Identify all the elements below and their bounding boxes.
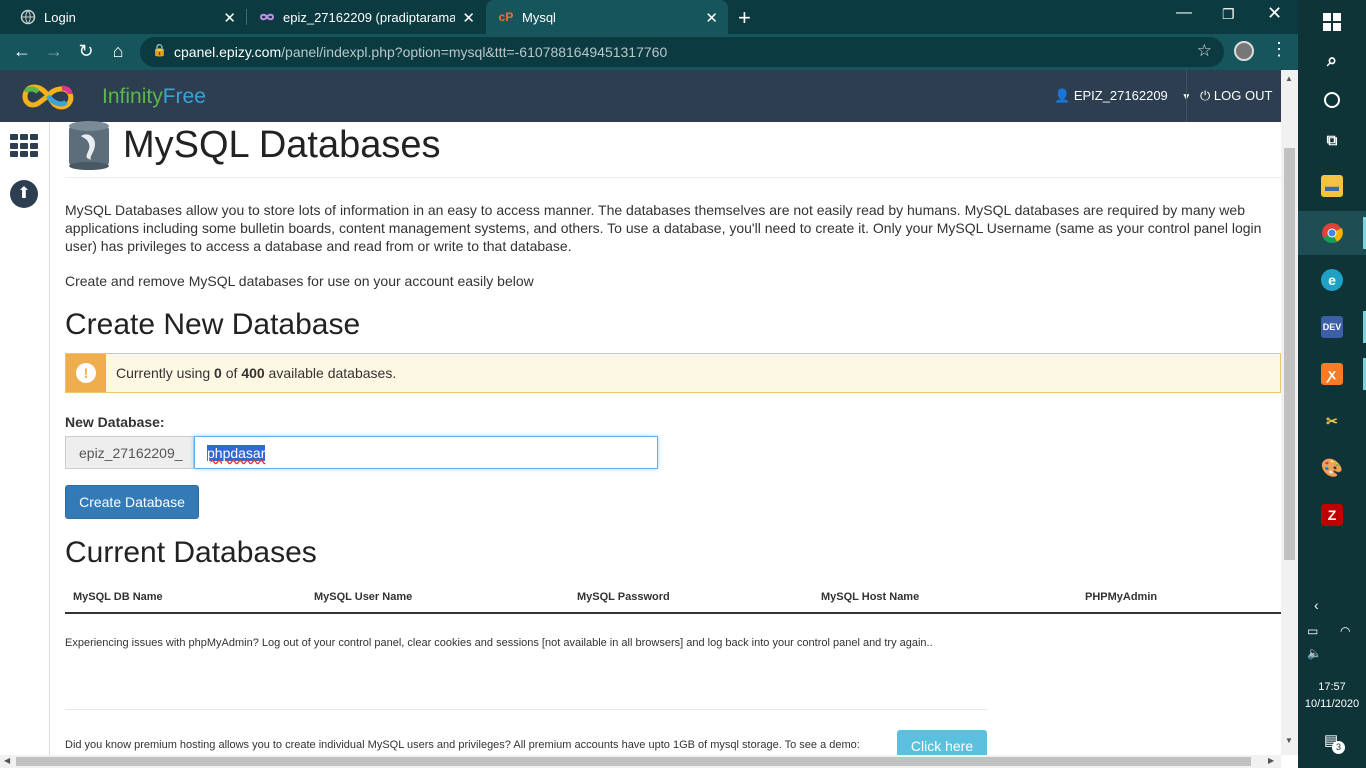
xampp-icon[interactable]: ꭗ — [1298, 352, 1366, 396]
address-bar[interactable]: 🔒 cpanel.epizy.com/panel/indexpl.php?opt… — [140, 37, 1224, 67]
control-panel-header: InfinityFree 👤 EPIZ_27162209 ▼ ⏻ LOG OUT — [0, 70, 1281, 122]
upload-icon[interactable]: ⬆ — [10, 180, 38, 208]
close-window-icon[interactable]: ✕ — [1267, 3, 1282, 24]
notification-count: 3 — [1332, 741, 1345, 754]
close-tab-icon[interactable]: ✕ — [705, 9, 718, 27]
brand-name[interactable]: InfinityFree — [102, 85, 206, 109]
home-icon[interactable]: ⌂ — [107, 41, 129, 62]
system-clock[interactable]: 17:57 10/11/2020 — [1298, 679, 1366, 713]
phpmyadmin-issue-note: Experiencing issues with phpMyAdmin? Log… — [65, 637, 933, 649]
vertical-scroll-thumb[interactable] — [1284, 148, 1295, 560]
cpanel-icon: cP — [498, 10, 514, 24]
sidebar: ⬆ — [0, 122, 50, 768]
tab-title: Mysql — [522, 9, 556, 25]
close-tab-icon[interactable]: ✕ — [462, 9, 475, 27]
username: EPIZ_27162209 — [1073, 88, 1168, 103]
globe-icon — [20, 9, 36, 25]
profile-avatar[interactable] — [1234, 41, 1254, 61]
column-header: PHPMyAdmin — [1085, 591, 1158, 603]
horizontal-scrollbar[interactable]: ◀ ▶ — [0, 755, 1281, 768]
databases-table-header: MySQL DB Name MySQL User Name MySQL Pass… — [65, 589, 1281, 614]
search-icon[interactable]: ⌕ — [1298, 38, 1366, 82]
chrome-icon[interactable] — [1298, 211, 1366, 255]
browser-toolbar: ← → ↻ ⌂ 🔒 cpanel.epizy.com/panel/indexpl… — [0, 34, 1298, 70]
tab-strip: Login ✕ epiz_27162209 (pradiptaramadhan … — [0, 0, 1298, 34]
bookmark-star-icon[interactable]: ☆ — [1197, 41, 1212, 61]
task-view-icon[interactable]: ⧉ — [1298, 118, 1366, 162]
new-tab-icon[interactable]: + — [738, 5, 751, 31]
column-header: MySQL Host Name — [821, 591, 920, 603]
vertical-scrollbar[interactable]: ▲ ▼ — [1281, 70, 1298, 755]
volume-icon[interactable]: 🔈 — [1307, 646, 1322, 660]
tab-login[interactable]: Login ✕ — [0, 0, 246, 34]
cortana-icon[interactable] — [1298, 78, 1366, 122]
wifi-icon[interactable]: ◠ — [1340, 624, 1350, 638]
tab-mysql[interactable]: cP Mysql ✕ — [486, 0, 728, 34]
usage-alert: ! Currently using 0 of 400 available dat… — [65, 353, 1281, 393]
db-prefix: epiz_27162209_ — [65, 436, 194, 469]
page-title: MySQL Databases — [123, 124, 441, 166]
minimize-icon[interactable]: — — [1176, 4, 1192, 22]
column-header: MySQL User Name — [314, 591, 413, 603]
column-header: MySQL Password — [577, 591, 670, 603]
tab-title: Login — [44, 9, 76, 25]
section-divider — [65, 709, 987, 710]
notifications-icon[interactable]: ▤ 3 — [1324, 731, 1345, 754]
db-name-input[interactable]: phpdasar — [194, 436, 658, 469]
exclamation-icon: ! — [76, 363, 96, 383]
mysql-database-icon — [69, 121, 109, 170]
back-icon[interactable]: ← — [11, 41, 33, 62]
lock-icon[interactable]: 🔒 — [152, 43, 167, 57]
url-text: cpanel.epizy.com/panel/indexpl.php?optio… — [174, 44, 668, 60]
title-divider — [65, 177, 1281, 178]
edge-icon[interactable]: e — [1298, 258, 1366, 302]
create-database-button[interactable]: Create Database — [65, 485, 199, 519]
main-content: MySQL Databases MySQL Databases allow yo… — [65, 121, 1281, 768]
browser-menu-icon[interactable]: ⋮ — [1270, 39, 1288, 60]
intro-subtext: Create and remove MySQL databases for us… — [65, 273, 534, 289]
filezilla-icon[interactable]: Z — [1298, 493, 1366, 537]
tab-account[interactable]: epiz_27162209 (pradiptaramadhan ✕ — [247, 0, 485, 34]
current-heading: Current Databases — [65, 536, 317, 569]
logout-icon: ⏻ — [1200, 88, 1211, 103]
scroll-up-icon[interactable]: ▲ — [1285, 74, 1293, 83]
intro-paragraph: MySQL Databases allow you to store lots … — [65, 202, 1262, 254]
close-tab-icon[interactable]: ✕ — [223, 9, 236, 27]
usage-text: Currently using 0 of 400 available datab… — [116, 365, 397, 381]
logout-link[interactable]: ⏻ LOG OUT — [1200, 88, 1272, 104]
windows-taskbar: ⌕ ⧉ ▬ e DEV ꭗ ✂ 🎨 Z ‹ ▭ ◠ 🔈 17:57 10/11/… — [1298, 0, 1366, 768]
devcpp-icon[interactable]: DEV — [1298, 305, 1366, 349]
battery-icon[interactable]: ▭ — [1307, 624, 1318, 638]
file-explorer-icon[interactable]: ▬ — [1298, 164, 1366, 208]
header-divider — [1186, 70, 1187, 122]
scroll-right-icon[interactable]: ▶ — [1268, 756, 1274, 765]
show-hidden-icons-icon[interactable]: ‹ — [1314, 597, 1319, 613]
forward-icon[interactable]: → — [43, 41, 65, 62]
page-viewport: InfinityFree 👤 EPIZ_27162209 ▼ ⏻ LOG OUT… — [0, 70, 1298, 768]
infinityfree-icon — [259, 9, 275, 25]
tools-icon[interactable]: ✂ — [1298, 399, 1366, 443]
infinityfree-logo-icon[interactable] — [14, 78, 82, 114]
scroll-left-icon[interactable]: ◀ — [4, 756, 10, 765]
tab-title: epiz_27162209 (pradiptaramadhan — [283, 9, 455, 25]
new-database-label: New Database: — [65, 414, 165, 430]
scroll-down-icon[interactable]: ▼ — [1285, 736, 1293, 745]
user-icon: 👤 — [1054, 88, 1071, 103]
create-heading: Create New Database — [65, 308, 361, 341]
clock-date: 10/11/2020 — [1304, 698, 1360, 710]
restore-icon[interactable]: ❐ — [1222, 6, 1235, 23]
user-menu[interactable]: 👤 EPIZ_27162209 ▼ — [1054, 88, 1191, 104]
alert-icon-box: ! — [66, 354, 106, 392]
premium-note: Did you know premium hosting allows you … — [65, 739, 860, 751]
paint-icon[interactable]: 🎨 — [1298, 446, 1366, 490]
horizontal-scroll-thumb[interactable] — [16, 757, 1251, 766]
clock-time: 17:57 — [1318, 681, 1346, 693]
apps-grid-icon[interactable] — [10, 134, 39, 158]
logout-label: LOG OUT — [1213, 88, 1273, 103]
column-header: MySQL DB Name — [73, 591, 163, 603]
reload-icon[interactable]: ↻ — [75, 41, 97, 62]
